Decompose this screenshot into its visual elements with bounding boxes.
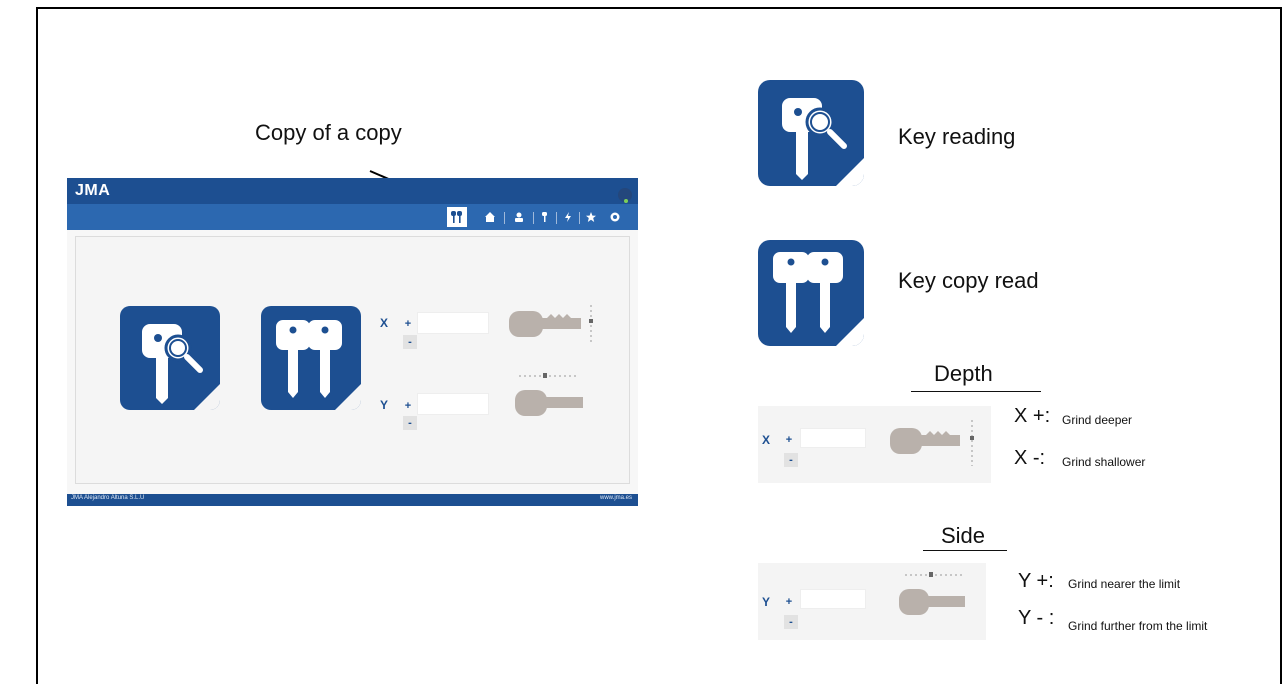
home-icon xyxy=(485,212,495,222)
nav-divider xyxy=(556,212,557,224)
x-value-field[interactable] xyxy=(417,312,489,334)
side-y-minus-text: Grind further from the limit xyxy=(1068,619,1208,633)
star-icon xyxy=(586,212,596,222)
tile-corner xyxy=(194,384,220,410)
footer-company: JMA Alejandro Altuna S.L.U xyxy=(71,495,145,501)
y-key-diagram-icon xyxy=(515,373,583,416)
user-icon xyxy=(515,212,523,222)
legend-key-reading-tile xyxy=(758,80,864,186)
nav-home-button[interactable] xyxy=(481,208,499,226)
legend-key-reading-label: Key reading xyxy=(898,124,1016,149)
x-axis-label: X xyxy=(380,316,389,330)
tile-corner xyxy=(836,318,864,346)
nav-favorites-button[interactable] xyxy=(582,208,600,226)
legend-key-copy-label: Key copy read xyxy=(898,268,1039,293)
depth-x-plus-text: Grind deeper xyxy=(1062,413,1133,427)
settings-icon xyxy=(610,212,620,222)
tile-corner xyxy=(335,384,361,410)
legend-key-copy-tile xyxy=(758,240,864,346)
depth-value-field[interactable] xyxy=(800,428,866,448)
side-title: Side xyxy=(941,523,986,548)
x-minus-button[interactable]: - xyxy=(403,335,417,349)
depth-title: Depth xyxy=(934,361,993,386)
nav-divider xyxy=(579,212,580,224)
side-underline xyxy=(923,550,1007,551)
app-header: JMA xyxy=(67,178,638,204)
nav-divider xyxy=(504,212,505,224)
footer-website: www.jma.es xyxy=(599,495,632,501)
side-key-diagram-icon xyxy=(899,572,965,615)
depth-x-plus-key: X +: xyxy=(1014,405,1051,427)
x-key-diagram-icon xyxy=(509,305,593,345)
depth-plus-button[interactable]: + xyxy=(782,433,796,447)
key-icon xyxy=(542,212,547,222)
depth-x-minus-text: Grind shallower xyxy=(1062,455,1146,469)
depth-key-diagram-icon xyxy=(890,420,974,466)
y-value-field[interactable] xyxy=(417,393,489,415)
flash-icon xyxy=(565,212,571,222)
y-minus-button[interactable]: - xyxy=(403,416,417,430)
nav-key-button[interactable] xyxy=(536,208,554,226)
app-footer: JMA Alejandro Altuna S.L.U www.jma.es xyxy=(67,494,638,506)
app-logo: JMA xyxy=(75,182,111,199)
side-plus-button[interactable]: + xyxy=(782,595,796,609)
depth-axis-label: X xyxy=(762,433,771,447)
depth-underline xyxy=(911,391,1041,392)
side-control-strip: Y + - xyxy=(758,563,986,640)
nav-key-copy-button[interactable] xyxy=(447,207,467,227)
side-axis-label: Y xyxy=(762,595,771,609)
tile-corner xyxy=(836,158,864,186)
nav-settings-button[interactable] xyxy=(606,208,624,226)
x-plus-button[interactable]: + xyxy=(401,317,415,331)
callout-label: Copy of a copy xyxy=(255,120,402,145)
depth-control-strip: X + - xyxy=(758,406,991,483)
app-screenshot: JMA X + - Y + - JMA Alejandro Altuna S.L… xyxy=(67,178,638,506)
y-axis-label: Y xyxy=(380,398,389,412)
side-y-plus-key: Y +: xyxy=(1018,570,1054,592)
nav-flash-button[interactable] xyxy=(559,208,577,226)
side-y-minus-key: Y - : xyxy=(1018,607,1055,629)
side-minus-button[interactable]: - xyxy=(784,615,798,629)
side-y-plus-text: Grind nearer the limit xyxy=(1068,577,1181,591)
nav-divider xyxy=(533,212,534,224)
key-reading-button[interactable] xyxy=(120,306,220,410)
side-value-field[interactable] xyxy=(800,589,866,609)
key-copy-icon xyxy=(451,211,462,223)
status-dot-icon xyxy=(624,199,628,203)
nav-user-button[interactable] xyxy=(510,208,528,226)
key-copy-read-button[interactable] xyxy=(261,306,361,410)
depth-minus-button[interactable]: - xyxy=(784,453,798,467)
y-plus-button[interactable]: + xyxy=(401,399,415,413)
depth-x-minus-key: X -: xyxy=(1014,447,1046,469)
